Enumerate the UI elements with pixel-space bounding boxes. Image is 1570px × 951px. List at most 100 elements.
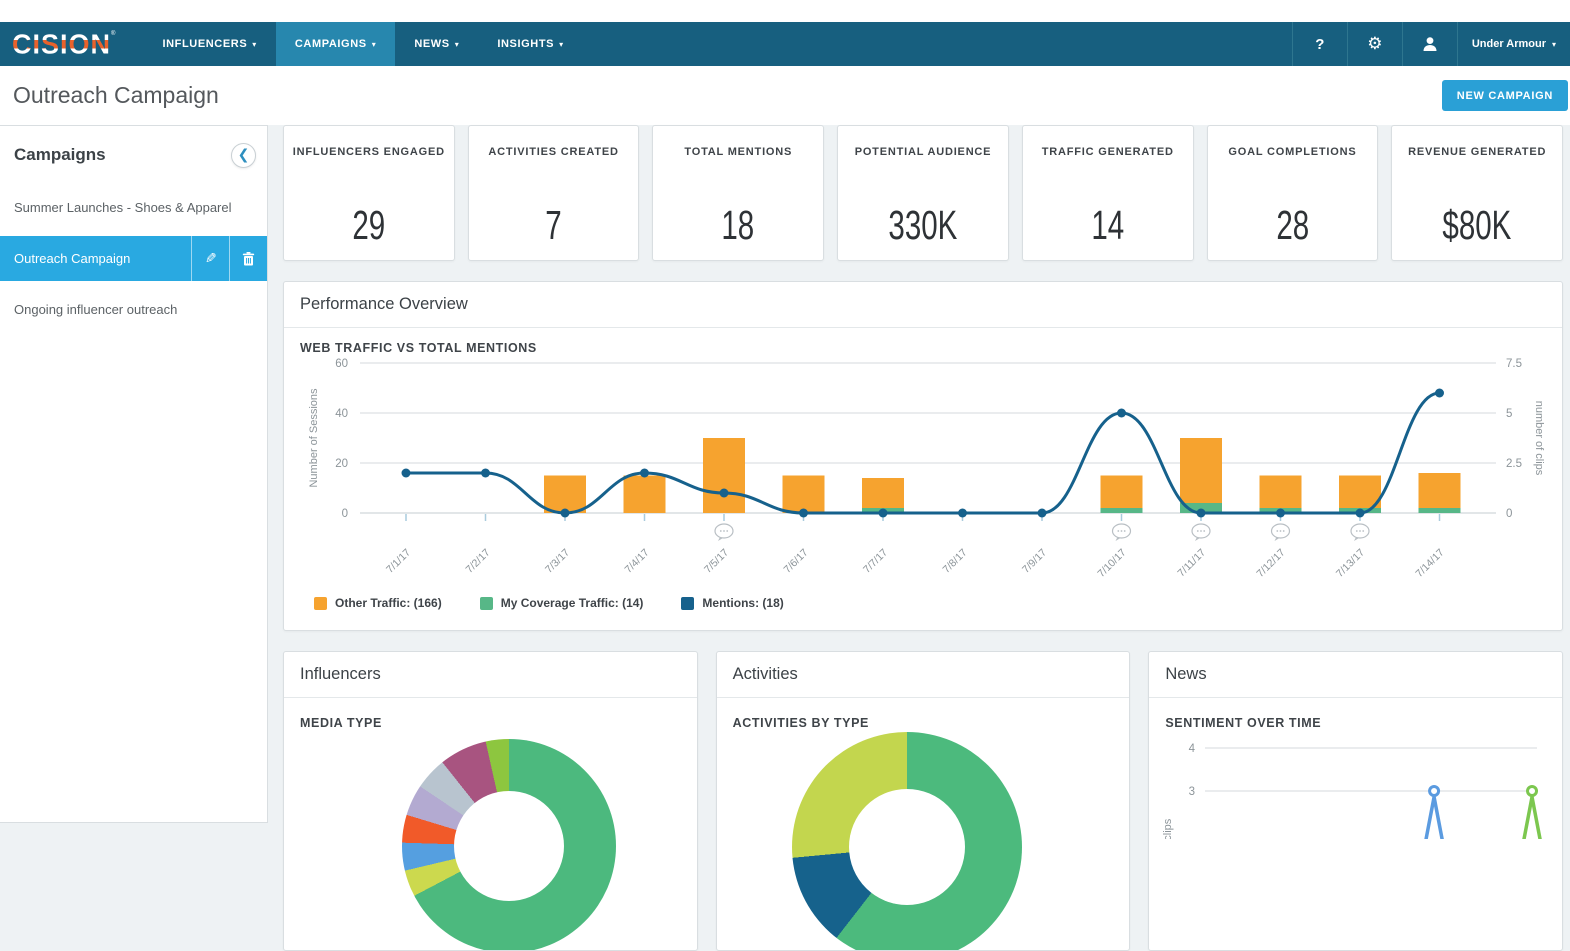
page-header: Outreach Campaign NEW CAMPAIGN <box>0 66 1570 125</box>
sentiment-data-point[interactable] <box>1430 787 1439 796</box>
help-icon[interactable]: ? <box>1292 22 1347 66</box>
stat-value: 29 <box>352 202 385 249</box>
other-traffic-bar[interactable] <box>624 476 666 514</box>
mentions-data-point[interactable] <box>402 469 411 478</box>
x-axis-label: 7/4/17 <box>622 547 651 576</box>
gear-icon[interactable]: ⚙ <box>1347 22 1402 66</box>
donut-hole <box>454 791 564 901</box>
comment-bubble-icon[interactable] <box>1351 524 1369 541</box>
sidebar-header: Campaigns ❮ <box>0 126 267 179</box>
x-axis-label: 7/6/17 <box>781 547 810 576</box>
nav-item-influencers[interactable]: INFLUENCERS ▾ <box>143 22 275 66</box>
stat-card-revenue-generated: REVENUE GENERATED $80K <box>1391 125 1563 261</box>
left-axis-tick: 60 <box>335 358 348 370</box>
legend-swatch <box>681 597 694 610</box>
sentiment-data-point[interactable] <box>1528 787 1537 796</box>
stat-card-goal-completions: GOAL COMPLETIONS 28 <box>1207 125 1379 261</box>
web-traffic-vs-mentions-chart: 020406002.557.5Number of Sessionsnumber … <box>300 355 1548 587</box>
mentions-data-point[interactable] <box>1276 509 1285 518</box>
top-white-strip <box>0 0 1570 22</box>
chevron-down-icon: ▾ <box>252 40 257 49</box>
nav-item-news[interactable]: NEWS ▾ <box>395 22 478 66</box>
legend-swatch <box>480 597 493 610</box>
mentions-data-point[interactable] <box>1197 509 1206 518</box>
influencers-card-title: Influencers <box>284 652 697 698</box>
x-axis-label: 7/8/17 <box>940 547 969 576</box>
mentions-data-point[interactable] <box>561 509 570 518</box>
media-type-donut-chart[interactable] <box>402 739 616 951</box>
selected-campaign-label: Outreach Campaign <box>0 236 191 281</box>
sidebar-collapse-button[interactable]: ❮ <box>231 143 256 168</box>
performance-overview-card: Performance Overview WEB TRAFFIC VS TOTA… <box>283 281 1563 631</box>
stat-value: 7 <box>545 202 561 249</box>
stat-card-potential-audience: POTENTIAL AUDIENCE 330K <box>837 125 1009 261</box>
other-traffic-bar[interactable] <box>1419 473 1461 508</box>
mentions-data-point[interactable] <box>1038 509 1047 518</box>
mentions-data-point[interactable] <box>799 509 808 518</box>
mentions-data-point[interactable] <box>879 509 888 518</box>
other-traffic-bar[interactable] <box>783 476 825 514</box>
right-axis-tick: 7.5 <box>1506 358 1522 370</box>
left-axis-label: Number of Sessions <box>308 388 320 488</box>
activities-by-type-donut-chart[interactable] <box>792 732 1022 951</box>
account-menu[interactable]: Under Armour ▾ <box>1457 22 1570 66</box>
x-axis-label: 7/2/17 <box>463 547 492 576</box>
mentions-data-point[interactable] <box>1356 509 1365 518</box>
activities-card-title: Activities <box>717 652 1130 698</box>
chevron-left-icon: ❮ <box>238 146 250 163</box>
other-traffic-bar[interactable] <box>1101 476 1143 509</box>
other-traffic-bar[interactable] <box>862 478 904 508</box>
comment-bubble-icon[interactable] <box>1272 524 1290 541</box>
other-traffic-bar[interactable] <box>703 438 745 513</box>
x-axis-label: 7/7/17 <box>861 547 890 576</box>
delete-campaign-button[interactable] <box>229 236 267 281</box>
stat-card-traffic-generated: TRAFFIC GENERATED 14 <box>1022 125 1194 261</box>
stats-row: INFLUENCERS ENGAGED 29 ACTIVITIES CREATE… <box>283 125 1563 261</box>
mentions-data-point[interactable] <box>1117 409 1126 418</box>
edit-campaign-button[interactable]: ✎ <box>191 236 229 281</box>
web-traffic-chart-title: WEB TRAFFIC VS TOTAL MENTIONS <box>300 341 1546 355</box>
other-traffic-bar[interactable] <box>1260 476 1302 509</box>
chart-legend: Other Traffic: (166) My Coverage Traffic:… <box>314 596 1546 610</box>
page-title: Outreach Campaign <box>13 82 219 109</box>
left-axis-tick: 20 <box>335 458 348 470</box>
sidebar-item-campaign-selected[interactable]: Outreach Campaign ✎ <box>0 236 267 281</box>
x-axis-label: 7/9/17 <box>1020 547 1049 576</box>
coverage-traffic-bar[interactable] <box>1101 508 1143 513</box>
nav-item-insights[interactable]: INSIGHTS ▾ <box>478 22 582 66</box>
mentions-data-point[interactable] <box>481 469 490 478</box>
legend-item[interactable]: My Coverage Traffic: (14) <box>480 596 644 610</box>
mentions-data-point[interactable] <box>1435 389 1444 398</box>
cision-logo-text: CISION <box>12 28 111 60</box>
cision-logo[interactable]: CISION ® <box>0 22 129 66</box>
sidebar-item-campaign[interactable]: Summer Launches - Shoes & Apparel <box>0 188 267 227</box>
other-traffic-bar[interactable] <box>1180 438 1222 503</box>
coverage-traffic-bar[interactable] <box>1419 508 1461 513</box>
legend-item[interactable]: Other Traffic: (166) <box>314 596 442 610</box>
comment-bubble-icon[interactable] <box>715 524 733 541</box>
stat-value: $80K <box>1443 202 1512 249</box>
comment-bubble-icon[interactable] <box>1113 524 1131 541</box>
chevron-down-icon: ▾ <box>455 40 460 49</box>
legend-label: Mentions: (18) <box>702 596 783 610</box>
new-campaign-button[interactable]: NEW CAMPAIGN <box>1442 80 1568 111</box>
mentions-data-point[interactable] <box>640 469 649 478</box>
main-content: INFLUENCERS ENGAGED 29 ACTIVITIES CREATE… <box>283 125 1563 951</box>
stat-value: 28 <box>1276 202 1309 249</box>
x-axis-label: 7/5/17 <box>702 547 731 576</box>
pencil-icon: ✎ <box>205 250 217 267</box>
comment-bubble-icon[interactable] <box>1192 524 1210 541</box>
other-traffic-bar[interactable] <box>544 476 586 514</box>
person-icon <box>1421 35 1439 53</box>
activities-by-type-chart-title: ACTIVITIES BY TYPE <box>717 698 1130 730</box>
legend-item[interactable]: Mentions: (18) <box>681 596 783 610</box>
x-axis-label: 7/10/17 <box>1095 547 1128 580</box>
sidebar-item-campaign[interactable]: Ongoing influencer outreach <box>0 290 267 329</box>
nav-item-campaigns[interactable]: CAMPAIGNS ▾ <box>276 22 395 66</box>
mentions-data-point[interactable] <box>720 489 729 498</box>
right-axis-tick: 2.5 <box>1506 458 1522 470</box>
user-profile-icon[interactable] <box>1402 22 1457 66</box>
trash-icon <box>242 252 255 266</box>
mentions-data-point[interactable] <box>958 509 967 518</box>
top-navbar: CISION ® INFLUENCERS ▾ CAMPAIGNS ▾ NEWS … <box>0 22 1570 66</box>
